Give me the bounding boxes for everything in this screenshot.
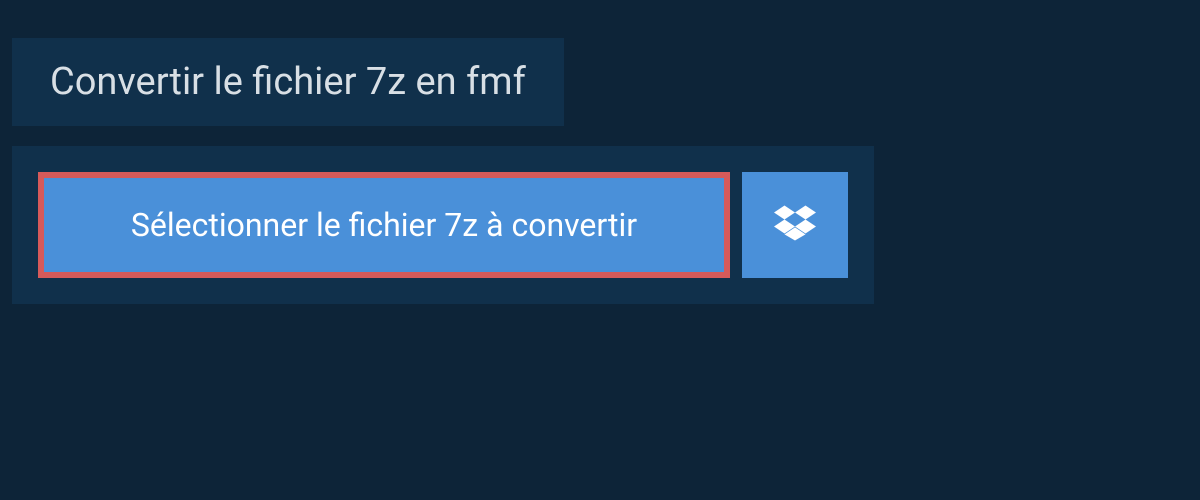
- select-file-label: Sélectionner le fichier 7z à convertir: [131, 206, 637, 244]
- page-title: Convertir le fichier 7z en fmf: [50, 60, 526, 104]
- select-file-button[interactable]: Sélectionner le fichier 7z à convertir: [38, 172, 730, 278]
- dropbox-button[interactable]: [742, 172, 848, 278]
- upload-panel: Sélectionner le fichier 7z à convertir: [12, 146, 874, 304]
- dropbox-icon: [774, 202, 816, 248]
- page-header: Convertir le fichier 7z en fmf: [12, 38, 564, 126]
